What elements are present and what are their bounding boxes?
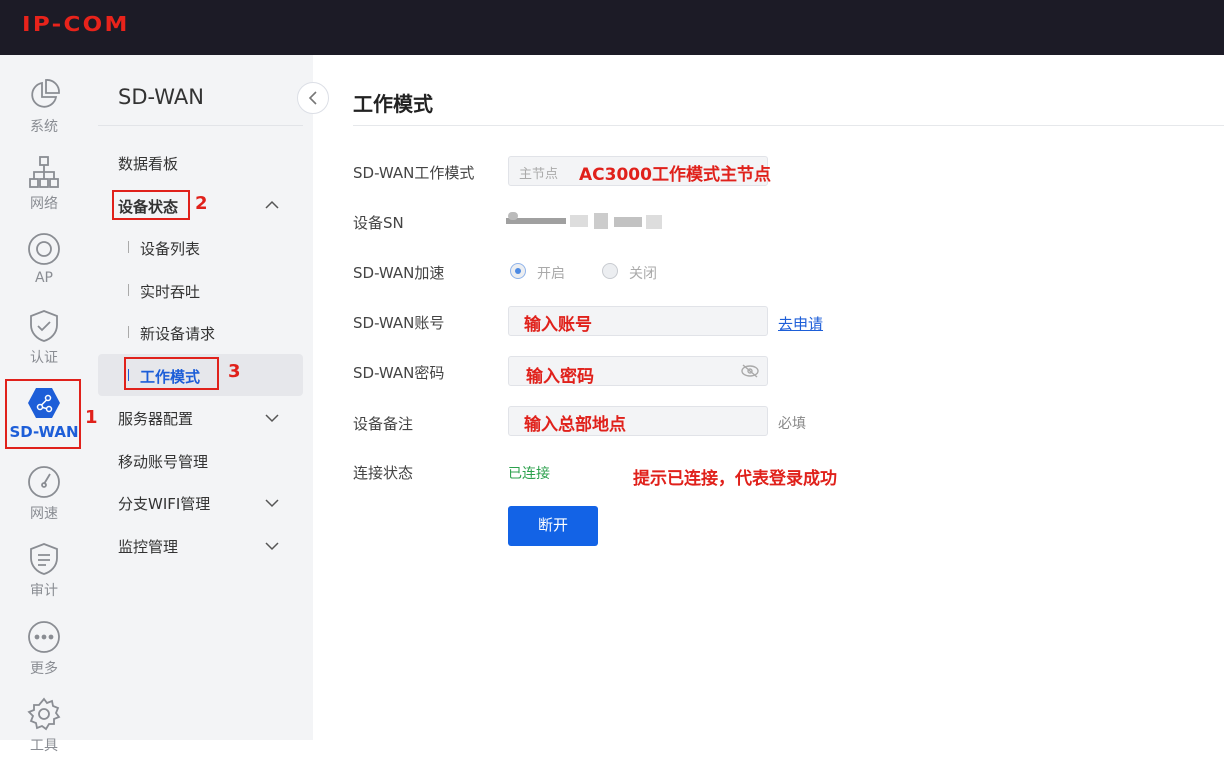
blurred-sn-value [506,212,662,229]
accel-label: SD-WAN加速 [353,264,445,282]
sidebar-item-branch-wifi[interactable]: 分支WIFI管理 [118,493,210,514]
rail-item-tools[interactable]: 工具 [0,697,88,767]
annotation-note: 输入总部地点 [524,415,626,435]
step-number-3: 3 [228,361,241,382]
eye-off-icon[interactable] [741,364,759,378]
top-bar: IP-COM [0,0,1224,55]
ap-icon [28,233,60,265]
network-topology-icon [29,156,59,188]
annotation-password: 输入密码 [526,367,594,387]
step-number-2: 2 [195,193,208,214]
sidebar-item-monitoring[interactable]: 监控管理 [118,536,178,557]
ip-com-logo: IP-COM [22,12,130,36]
disconnect-button[interactable]: 断开 [508,506,598,546]
accel-on-label: 开启 [537,266,565,282]
chevron-up-icon[interactable] [264,199,280,211]
note-label: 设备备注 [353,415,414,433]
apply-link[interactable]: 去申请 [778,313,823,334]
required-hint: 必填 [778,416,806,432]
annotation-mode: AC3000工作模式主节点 [579,165,771,185]
annotation-box-sdwan [5,379,81,449]
rail-label-speed: 网速 [30,506,58,522]
sidebar-item-server-config[interactable]: 服务器配置 [118,408,193,429]
step-number-1: 1 [85,407,98,428]
status-label: 连接状态 [353,464,414,482]
annotation-box-work-mode [124,357,219,390]
submenu-indent-bar [128,326,129,338]
rail-item-ap[interactable]: AP [0,232,88,302]
annotation-account: 输入账号 [524,315,592,335]
speedometer-icon [28,466,60,498]
audit-shield-icon [30,543,58,575]
rail-item-auth[interactable]: 认证 [0,309,88,379]
accel-off-label: 关闭 [629,266,657,282]
sidebar-item-realtime-throughput[interactable]: 实时吞吐 [140,281,200,302]
mode-label: SD-WAN工作模式 [353,164,475,182]
chevron-down-icon[interactable] [264,540,280,552]
submenu-indent-bar [128,241,129,253]
pie-chart-icon [31,79,60,108]
sn-label: 设备SN [353,214,404,232]
password-label: SD-WAN密码 [353,364,445,382]
rail-label-audit: 审计 [30,583,58,599]
mode-value: 主节点 [519,167,559,182]
title-divider [353,125,1224,126]
chevron-down-icon[interactable] [264,497,280,509]
accel-off-radio[interactable] [602,263,618,279]
sidebar-item-mobile-accounts[interactable]: 移动账号管理 [118,451,208,472]
rail-label-more: 更多 [30,661,58,677]
sidebar-item-new-device-request[interactable]: 新设备请求 [140,323,215,344]
rail-item-network[interactable]: 网络 [0,155,88,225]
sidebar-item-device-list[interactable]: 设备列表 [140,238,200,259]
more-dots-icon [28,621,60,653]
rail-label-tools: 工具 [30,738,58,754]
rail-label-auth: 认证 [30,350,58,366]
chevron-down-icon[interactable] [264,412,280,424]
sidebar-title: SD-WAN [118,85,204,109]
rail-item-audit[interactable]: 审计 [0,542,88,612]
page-title: 工作模式 [353,92,433,116]
submenu-indent-bar [128,284,129,296]
annotation-box-device-status [112,190,190,220]
rail-label-system: 系统 [30,119,58,135]
gear-icon [27,697,61,731]
accel-on-radio[interactable] [510,263,526,279]
shield-check-icon [30,310,58,342]
rail-item-more[interactable]: 更多 [0,620,88,690]
rail-label-network: 网络 [30,196,58,212]
sidebar-item-dashboard[interactable]: 数据看板 [118,153,178,174]
annotation-status: 提示已连接，代表登录成功 [633,469,837,489]
sidebar-divider [98,125,303,126]
chevron-left-icon [308,91,317,105]
account-label: SD-WAN账号 [353,314,445,332]
rail-item-system[interactable]: 系统 [0,78,88,148]
rail-item-speed[interactable]: 网速 [0,465,88,535]
connection-status: 已连接 [508,466,550,482]
rail-label-ap: AP [34,270,54,286]
collapse-sidebar-button[interactable] [297,82,329,114]
